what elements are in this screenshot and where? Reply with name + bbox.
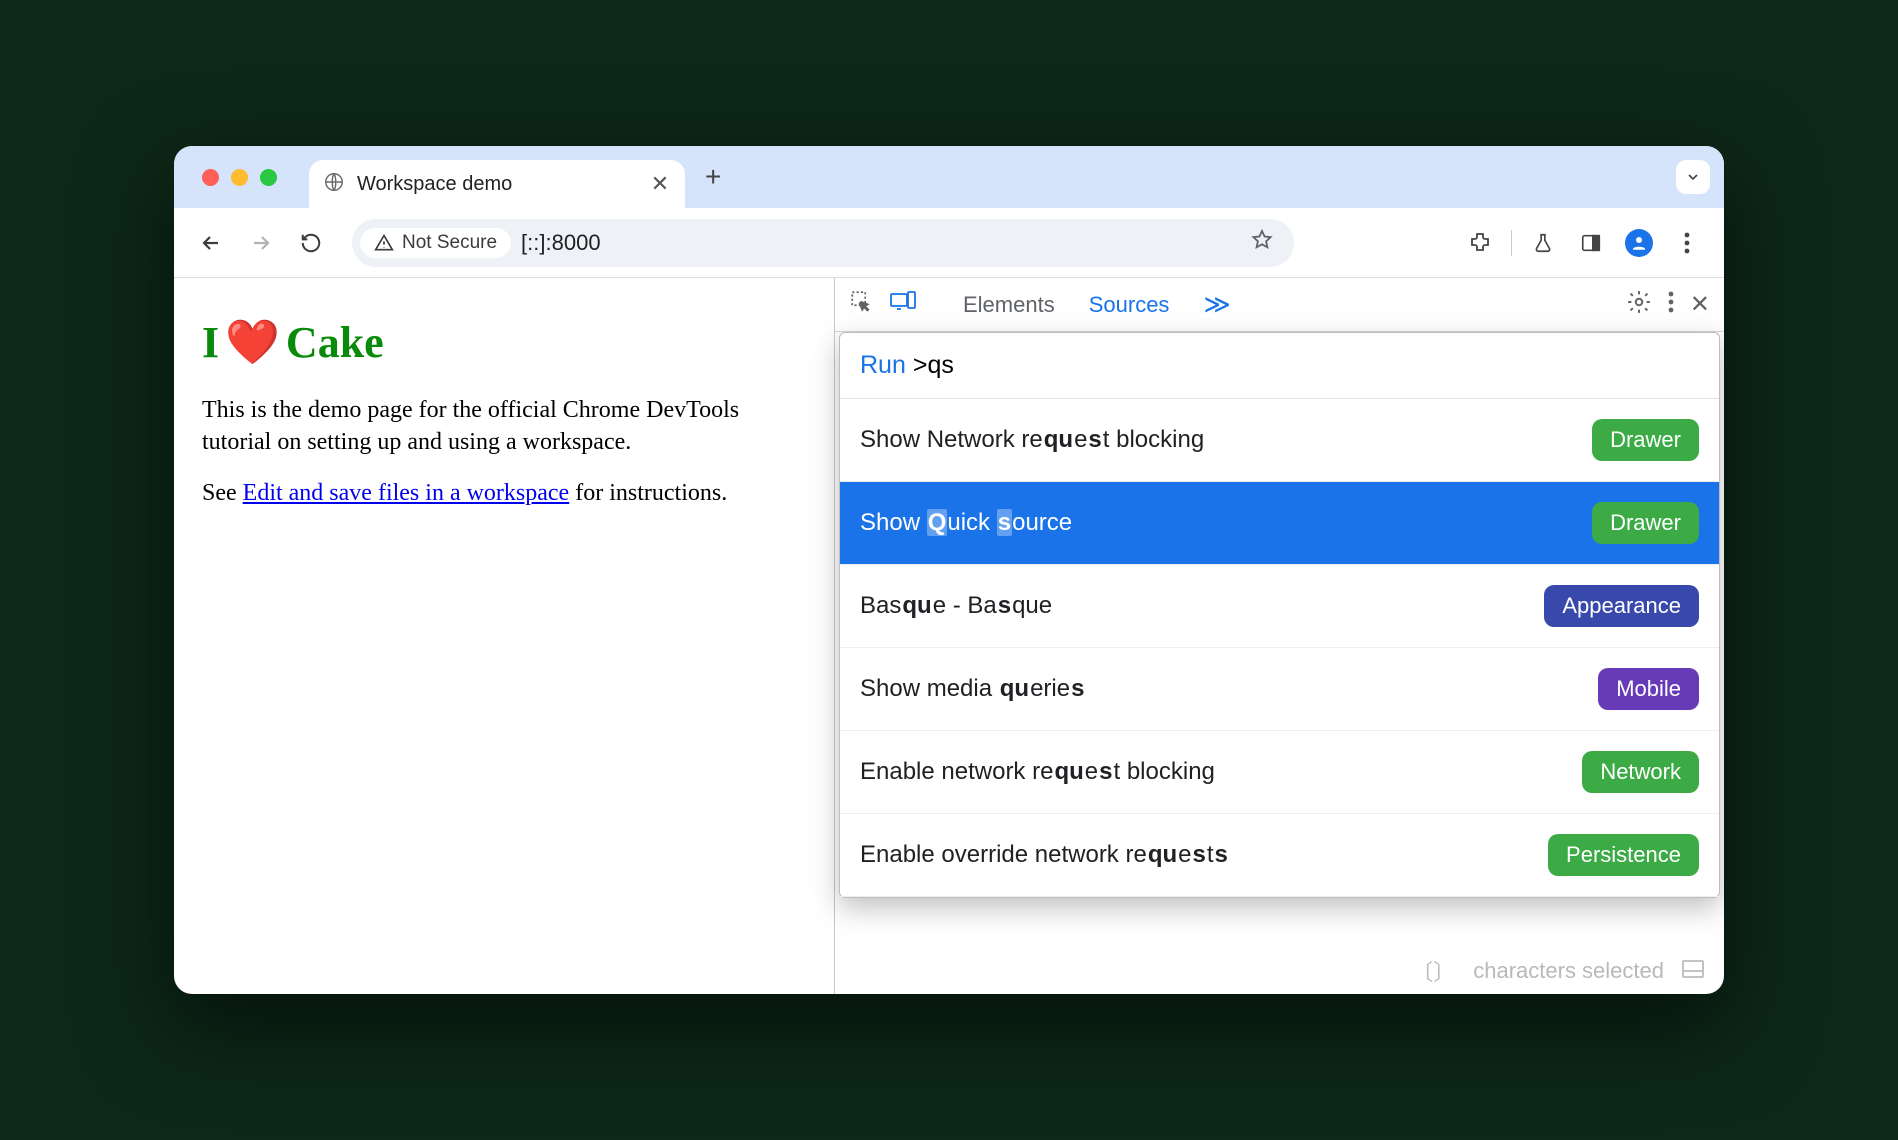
close-window-button[interactable] bbox=[202, 169, 219, 186]
command-run-label: Run bbox=[860, 351, 906, 379]
command-result-item[interactable]: Show Quick source Drawer bbox=[840, 482, 1719, 565]
browser-window: Workspace demo ✕ + Not Secure [::]:8000 bbox=[174, 146, 1724, 994]
command-menu: Run >qs Show Network request blocking Dra… bbox=[839, 332, 1720, 898]
see-suffix: for instructions. bbox=[569, 480, 727, 506]
avatar-icon bbox=[1625, 229, 1653, 257]
back-button[interactable] bbox=[190, 222, 232, 264]
page-see-paragraph: See Edit and save files in a workspace f… bbox=[202, 477, 806, 509]
command-result-label: Show Network request blocking bbox=[860, 426, 1578, 454]
content-area: I ❤️ Cake This is the demo page for the … bbox=[174, 278, 1724, 994]
browser-toolbar: Not Secure [::]:8000 bbox=[174, 208, 1724, 278]
devtools-tab-sources[interactable]: Sources bbox=[1081, 292, 1178, 318]
command-result-item[interactable]: Enable network request blocking Network bbox=[840, 731, 1719, 814]
command-result-item[interactable]: Show media queries Mobile bbox=[840, 648, 1719, 731]
devtools-panel: Elements Sources ≫ ✕ Run >qs bbox=[834, 278, 1724, 994]
see-prefix: See bbox=[202, 480, 243, 506]
labs-icon[interactable] bbox=[1522, 222, 1564, 264]
devtools-close-icon[interactable]: ✕ bbox=[1690, 290, 1710, 319]
extensions-icon[interactable] bbox=[1459, 222, 1501, 264]
command-result-list: Show Network request blockingDrawerShow … bbox=[840, 399, 1719, 897]
minimize-window-button[interactable] bbox=[231, 169, 248, 186]
command-result-badge: Drawer bbox=[1592, 502, 1699, 544]
devtools-tab-more[interactable]: ≫ bbox=[1195, 289, 1238, 320]
url-text: [::]:8000 bbox=[521, 230, 601, 256]
tab-strip: Workspace demo ✕ + bbox=[174, 146, 1724, 208]
brackets-icon: 〔〕 bbox=[1411, 955, 1455, 987]
drawer-status-peek: 〔〕 characters selected bbox=[1255, 954, 1704, 988]
devtools-tab-elements[interactable]: Elements bbox=[955, 292, 1063, 318]
heading-prefix: I bbox=[202, 317, 219, 368]
close-tab-icon[interactable]: ✕ bbox=[649, 171, 671, 197]
page-heading: I ❤️ Cake bbox=[202, 316, 806, 368]
warning-icon bbox=[374, 233, 394, 253]
command-result-item[interactable]: Show Network request blocking Drawer bbox=[840, 399, 1719, 482]
devtools-tab-bar: Elements Sources ≫ ✕ bbox=[835, 278, 1724, 332]
gear-icon[interactable] bbox=[1626, 289, 1652, 321]
window-traffic-lights bbox=[202, 169, 277, 186]
command-result-badge: Mobile bbox=[1598, 668, 1699, 710]
security-label: Not Secure bbox=[402, 232, 497, 254]
command-result-label: Enable override network requests bbox=[860, 841, 1534, 869]
command-result-item[interactable]: Basque - Basque Appearance bbox=[840, 565, 1719, 648]
globe-icon bbox=[323, 171, 345, 198]
command-query: qs bbox=[927, 351, 953, 379]
rendered-page: I ❤️ Cake This is the demo page for the … bbox=[174, 278, 834, 994]
command-result-label: Enable network request blocking bbox=[860, 758, 1568, 786]
command-result-label: Show media queries bbox=[860, 675, 1584, 703]
bookmark-star-icon[interactable] bbox=[1250, 228, 1274, 257]
devtools-menu-icon[interactable] bbox=[1668, 291, 1674, 319]
device-toolbar-icon[interactable] bbox=[889, 289, 917, 321]
toolbar-right bbox=[1459, 222, 1708, 264]
profile-button[interactable] bbox=[1618, 222, 1660, 264]
security-chip[interactable]: Not Secure bbox=[360, 228, 511, 258]
heading-suffix: Cake bbox=[286, 317, 384, 368]
command-result-badge: Appearance bbox=[1544, 585, 1699, 627]
address-bar[interactable]: Not Secure [::]:8000 bbox=[352, 219, 1294, 267]
heart-icon: ❤️ bbox=[225, 316, 280, 368]
maximize-window-button[interactable] bbox=[260, 169, 277, 186]
inspect-element-icon[interactable] bbox=[849, 289, 875, 321]
drawer-panel-icon bbox=[1682, 958, 1704, 984]
tab-search-button[interactable] bbox=[1676, 160, 1710, 194]
toolbar-divider bbox=[1511, 230, 1512, 256]
new-tab-button[interactable]: + bbox=[705, 161, 721, 193]
command-result-label: Show Quick source bbox=[860, 509, 1578, 537]
forward-button[interactable] bbox=[240, 222, 282, 264]
command-result-badge: Drawer bbox=[1592, 419, 1699, 461]
command-result-badge: Network bbox=[1582, 751, 1699, 793]
browser-tab[interactable]: Workspace demo ✕ bbox=[309, 160, 685, 208]
command-result-label: Basque - Basque bbox=[860, 592, 1530, 620]
command-caret: > bbox=[913, 351, 928, 379]
workspace-link[interactable]: Edit and save files in a workspace bbox=[243, 480, 570, 506]
browser-menu-icon[interactable] bbox=[1666, 222, 1708, 264]
page-paragraph: This is the demo page for the official C… bbox=[202, 394, 806, 459]
command-input-row[interactable]: Run >qs bbox=[840, 333, 1719, 399]
tab-title: Workspace demo bbox=[357, 173, 637, 196]
side-panel-icon[interactable] bbox=[1570, 222, 1612, 264]
reload-button[interactable] bbox=[290, 222, 332, 264]
command-result-badge: Persistence bbox=[1548, 834, 1699, 876]
command-result-item[interactable]: Enable override network requests Persiste… bbox=[840, 814, 1719, 897]
